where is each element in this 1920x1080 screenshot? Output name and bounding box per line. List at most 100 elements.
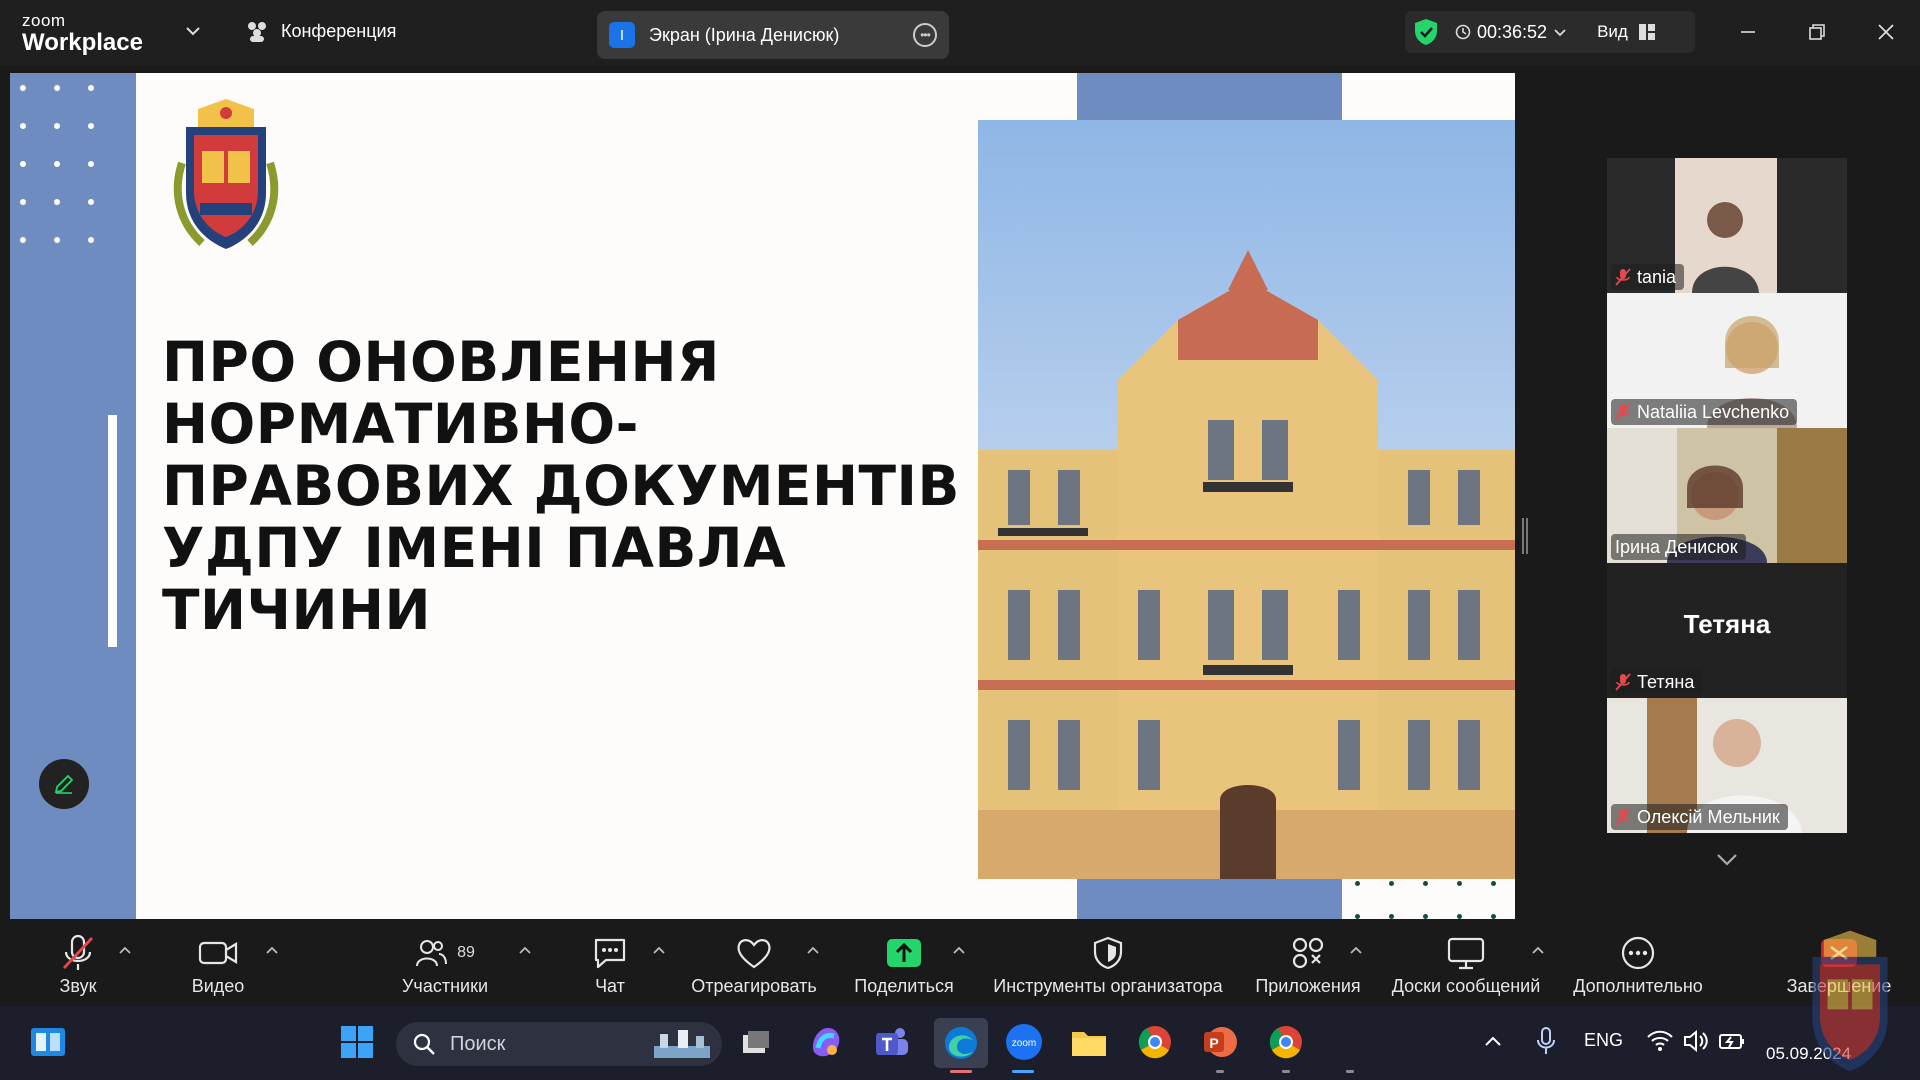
language-indicator[interactable]: ENG: [1584, 1030, 1623, 1051]
chevron-down-icon: [1554, 29, 1566, 37]
widgets-button[interactable]: [28, 1022, 68, 1062]
timer-value: 00:36:52: [1477, 21, 1548, 42]
participant-tile[interactable]: Олексій Мельник: [1607, 698, 1847, 833]
chevron-up-icon[interactable]: [117, 944, 133, 956]
chrome-button-2[interactable]: [1266, 1022, 1306, 1062]
chevron-up-icon[interactable]: [264, 944, 280, 956]
screen-share-indicator[interactable]: I Экран (Ірина Денисюк) •••: [597, 11, 949, 59]
university-building-photo: [978, 120, 1515, 879]
more-button[interactable]: Дополнительно: [1567, 934, 1709, 1004]
windows-taskbar: Поиск zoom P ENG 05.09.2024: [0, 930, 1920, 1080]
restore-button[interactable]: [1797, 14, 1837, 50]
share-label: Поделиться: [854, 976, 954, 996]
annotate-button[interactable]: [39, 759, 89, 809]
running-indicator: [1282, 1070, 1290, 1073]
audio-button[interactable]: Звук: [48, 934, 108, 1004]
participant-tile-no-video[interactable]: Тетяна Тетяна: [1607, 563, 1847, 698]
battery-charging-icon[interactable]: [1718, 1028, 1746, 1054]
chevron-up-icon[interactable]: [1480, 1028, 1506, 1054]
copilot-icon: [812, 1028, 840, 1057]
participants-button[interactable]: 89 Участники: [400, 934, 490, 1004]
people-icon: [248, 22, 266, 42]
copilot-button[interactable]: [806, 1022, 846, 1062]
zoom-workplace-logo[interactable]: zoom Workplace: [22, 12, 143, 55]
chevron-up-icon[interactable]: [951, 944, 967, 956]
mic-muted-icon: [1615, 403, 1631, 421]
clock-icon: [1455, 24, 1471, 40]
zoom-title-bar: zoom Workplace Конференция I Экран (Ірин…: [0, 0, 1920, 66]
search-placeholder: Поиск: [450, 1032, 506, 1055]
university-crest-logo: [173, 99, 279, 249]
slide-blue-block-bottom: [1077, 873, 1342, 919]
participant-tile[interactable]: tania: [1607, 158, 1847, 293]
participant-name-tag: Nataliia Levchenko: [1611, 399, 1798, 425]
participant-name: Ірина Денисюк: [1615, 536, 1738, 557]
start-button[interactable]: [337, 1022, 377, 1062]
host-tools-label: Инструменты организатора: [993, 976, 1223, 996]
view-button[interactable]: Вид: [1597, 22, 1656, 42]
wifi-icon[interactable]: [1646, 1028, 1674, 1054]
participants-icon: [416, 940, 448, 967]
whiteboards-button[interactable]: Доски сообщений: [1386, 934, 1546, 1004]
sharer-avatar: I: [609, 22, 635, 48]
microphone-icon[interactable]: [1536, 1026, 1556, 1056]
svg-text:zoom: zoom: [1012, 1038, 1036, 1049]
host-tools-button[interactable]: Инструменты организатора: [990, 934, 1226, 1004]
whiteboards-label: Доски сообщений: [1391, 976, 1541, 996]
chat-bubble-icon: [594, 938, 626, 969]
chat-button[interactable]: Чат: [588, 934, 632, 1004]
zoom-taskbar-button[interactable]: zoom: [1004, 1022, 1044, 1062]
chevron-down-icon[interactable]: [184, 22, 202, 40]
participant-display-name: Тетяна: [1683, 609, 1771, 639]
video-camera-icon: [198, 941, 238, 965]
mic-muted-icon: [62, 934, 94, 970]
chevron-up-icon[interactable]: [651, 944, 667, 956]
chrome-button[interactable]: [1135, 1022, 1175, 1062]
more-options-icon[interactable]: •••: [913, 23, 937, 47]
more-label: Дополнительно: [1573, 976, 1703, 996]
share-screen-button[interactable]: Поделиться: [852, 934, 956, 1004]
participant-name: Nataliia Levchenko: [1637, 401, 1790, 422]
brand-small: zoom: [22, 11, 66, 30]
react-button[interactable]: Отреагировать: [686, 934, 822, 1004]
shield-check-icon[interactable]: [1413, 18, 1439, 46]
powerpoint-icon: P: [1204, 1027, 1237, 1057]
search-highlight-image-icon: [654, 1030, 710, 1058]
chevron-up-icon[interactable]: [517, 944, 533, 956]
participant-name-tag: tania: [1611, 264, 1685, 290]
windows-logo-icon: [341, 1026, 373, 1058]
file-explorer-button[interactable]: [1069, 1022, 1109, 1062]
minimize-icon: [1741, 31, 1755, 33]
taskbar-search-box[interactable]: Поиск: [396, 1022, 722, 1066]
chevron-up-icon[interactable]: [1348, 944, 1364, 956]
close-button[interactable]: [1866, 14, 1906, 50]
running-indicator: [1216, 1070, 1224, 1073]
scroll-down-chevron-icon[interactable]: [1713, 848, 1741, 870]
participant-tile-active-speaker[interactable]: Ірина Денисюк: [1607, 428, 1847, 563]
participant-name: Тетяна: [1637, 671, 1695, 692]
brand-big: Workplace: [22, 29, 143, 56]
participant-name-tag: Ірина Денисюк: [1611, 534, 1746, 560]
running-indicator: [1012, 1070, 1034, 1073]
heart-icon: [737, 939, 771, 969]
slide-title: ПРО ОНОВЛЕННЯ НОРМАТИВНО-ПРАВОВИХ ДОКУМЕ…: [162, 330, 960, 642]
edge-button[interactable]: [934, 1018, 988, 1068]
decorative-dots-green: [1355, 881, 1515, 919]
meeting-timer[interactable]: 00:36:52: [1455, 22, 1567, 43]
video-button[interactable]: Видео: [188, 934, 248, 1004]
teams-icon: [876, 1028, 908, 1055]
minimize-button[interactable]: [1728, 14, 1768, 50]
participants-count: 89: [457, 944, 475, 961]
chat-label: Чат: [595, 976, 625, 996]
panel-resize-handle[interactable]: [1522, 518, 1528, 554]
teams-button[interactable]: [872, 1022, 912, 1062]
shared-screen-slide: ПРО ОНОВЛЕННЯ НОРМАТИВНО-ПРАВОВИХ ДОКУМЕ…: [10, 73, 1515, 919]
participant-tile[interactable]: Nataliia Levchenko: [1607, 293, 1847, 428]
powerpoint-button[interactable]: P: [1200, 1022, 1240, 1062]
volume-icon[interactable]: [1682, 1028, 1710, 1054]
whiteboard-icon: [1447, 937, 1485, 970]
chevron-up-icon[interactable]: [1530, 944, 1546, 956]
task-view-button[interactable]: [736, 1022, 776, 1062]
meeting-info-button[interactable]: Конференция: [245, 20, 396, 42]
chevron-up-icon[interactable]: [805, 944, 821, 956]
